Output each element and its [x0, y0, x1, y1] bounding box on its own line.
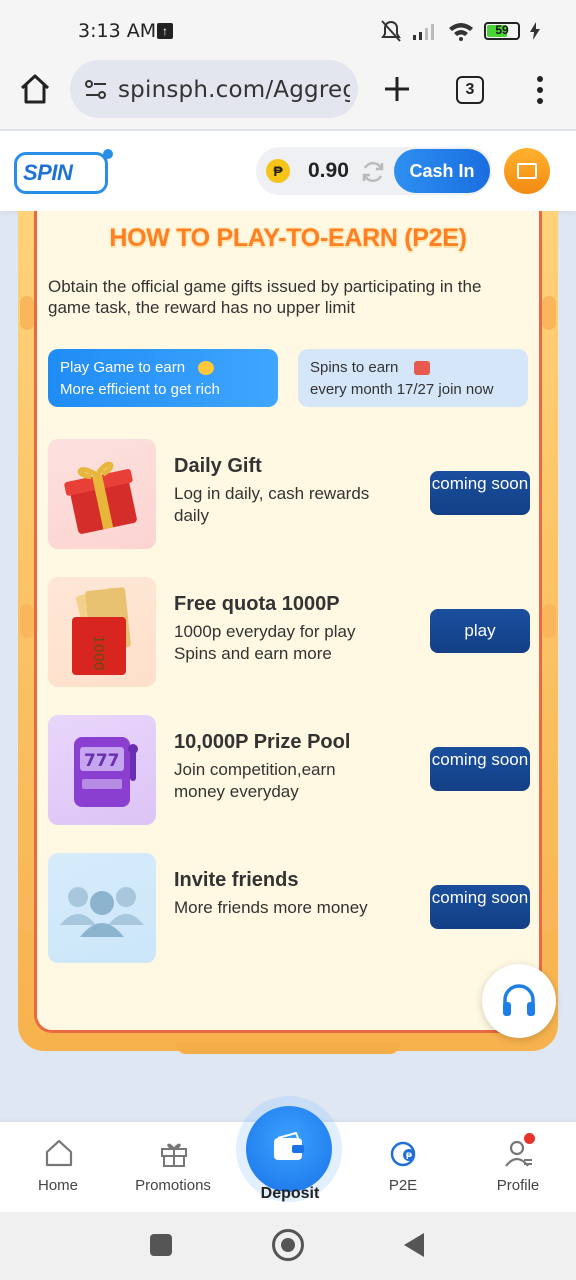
slot-machine-icon: 777: [48, 715, 156, 825]
frame-knob: [20, 896, 34, 930]
slot-reels-text: 777: [84, 751, 120, 771]
frame-knob: [20, 604, 34, 638]
customer-support-button[interactable]: [482, 964, 556, 1038]
gift-icon: [414, 361, 430, 375]
red-envelope-icon: 1000: [48, 577, 156, 687]
friends-group-icon: [48, 853, 156, 963]
logo-text: SPIN: [23, 160, 73, 185]
system-home-icon[interactable]: [272, 1229, 304, 1261]
task-invite-friends: Invite friends More friends more money c…: [48, 853, 530, 963]
coming-soon-button[interactable]: coming soon: [430, 747, 530, 791]
chip-line2: every month 17/27 join now: [310, 381, 494, 398]
upload-notification-icon: ↑: [157, 23, 173, 39]
nav-label: P2E: [388, 1177, 418, 1194]
tab-spins-to-earn[interactable]: Spins to earn every month 17/27 join now: [298, 349, 528, 407]
refresh-balance-icon[interactable]: [360, 159, 386, 185]
nav-deposit-label[interactable]: Deposit: [230, 1185, 350, 1203]
home-icon: [45, 1139, 73, 1167]
system-navigation-bar: [0, 1212, 576, 1280]
nav-p2e[interactable]: ₱ P2E: [353, 1122, 453, 1212]
task-description: More friends more money: [174, 898, 368, 917]
page-description: Obtain the official game gifts issued by…: [48, 277, 482, 317]
p2e-icon: ₱: [390, 1141, 416, 1167]
coming-soon-button[interactable]: coming soon: [430, 885, 530, 929]
battery-icon: 59: [484, 22, 520, 40]
recent-apps-icon[interactable]: [150, 1234, 172, 1256]
task-free-quota: 1000 Free quota 1000P 1000p everyday for…: [48, 577, 530, 687]
chip-line1: Play Game to earn: [60, 359, 186, 376]
wallet-icon: [274, 1132, 304, 1160]
new-tab-icon[interactable]: [382, 74, 412, 104]
app-header: SPIN ₱ 0.90 Cash In: [0, 131, 576, 211]
gift-box-icon: [48, 439, 156, 549]
charging-icon: [530, 22, 540, 40]
status-bar: 3:13 AM ↑ 59: [0, 0, 576, 60]
browser-home-icon[interactable]: [18, 72, 52, 106]
nav-profile[interactable]: Profile: [468, 1122, 568, 1212]
gift-icon: [161, 1143, 187, 1167]
cell-signal-icon: [413, 24, 434, 40]
task-description: Log in daily, cash rewards daily: [174, 484, 370, 525]
task-prize-pool: 777 10,000P Prize Pool Join competition,…: [48, 715, 530, 825]
logo-antenna-icon: [103, 149, 113, 159]
task-description: Join competition,earn money everyday: [174, 760, 336, 801]
envelope-note-text: 1000: [90, 635, 106, 671]
nav-label: Promotions: [135, 1177, 211, 1194]
tab-play-game-to-earn[interactable]: Play Game to earn More efficient to get …: [48, 349, 278, 407]
tab-switcher-button[interactable]: 3: [456, 76, 484, 104]
nav-home[interactable]: Home: [8, 1122, 108, 1212]
play-button[interactable]: play: [430, 609, 530, 653]
battery-level: 59: [495, 23, 509, 37]
spin-logo[interactable]: SPIN: [14, 149, 113, 194]
task-title: Daily Gift: [174, 455, 262, 477]
nav-label: Home: [37, 1177, 78, 1194]
frame-decoration: [176, 1042, 400, 1054]
frame-knob: [542, 296, 556, 330]
mute-bell-icon: [381, 20, 401, 42]
browser-toolbar: spinsph.com/Aggregate 3: [0, 60, 576, 130]
cash-in-button[interactable]: Cash In: [394, 149, 490, 193]
task-daily-gift: Daily Gift Log in daily, cash rewards da…: [48, 439, 530, 549]
task-description: 1000p everyday for play Spins and earn m…: [174, 622, 356, 663]
deposit-button[interactable]: [246, 1106, 332, 1192]
headset-icon: [503, 984, 535, 1016]
url-text: spinsph.com/Aggregate: [118, 77, 350, 103]
address-bar[interactable]: spinsph.com/Aggregate: [70, 60, 358, 118]
back-icon[interactable]: [404, 1233, 424, 1257]
frame-knob: [542, 604, 556, 638]
svg-text:₱: ₱: [406, 1151, 412, 1161]
wifi-icon: [449, 23, 473, 41]
task-title: 10,000P Prize Pool: [174, 731, 351, 753]
frame-knob: [20, 296, 34, 330]
balance-amount: 0.90: [308, 159, 349, 182]
chip-line1: Spins to earn: [310, 359, 399, 376]
balance-widget: ₱ 0.90 Cash In: [256, 147, 492, 195]
nav-promotions[interactable]: Promotions: [123, 1122, 223, 1212]
task-title: Free quota 1000P: [174, 593, 340, 615]
coming-soon-button[interactable]: coming soon: [430, 471, 530, 515]
notification-dot: [524, 1133, 535, 1144]
peso-coin-icon: ₱: [266, 159, 290, 183]
status-icons: 59: [380, 18, 540, 44]
frame-knob: [542, 896, 556, 930]
chip-line2: More efficient to get rich: [60, 381, 220, 398]
task-title: Invite friends: [174, 869, 299, 891]
promo-gift-icon[interactable]: [504, 148, 550, 194]
status-time: 3:13 AM: [78, 20, 157, 42]
nav-label: Profile: [496, 1177, 540, 1194]
site-settings-icon[interactable]: [84, 79, 108, 101]
browser-menu-icon[interactable]: [530, 74, 550, 106]
coin-icon: [198, 361, 214, 375]
page-title: HOW TO PLAY-TO-EARN (P2E): [109, 224, 467, 252]
